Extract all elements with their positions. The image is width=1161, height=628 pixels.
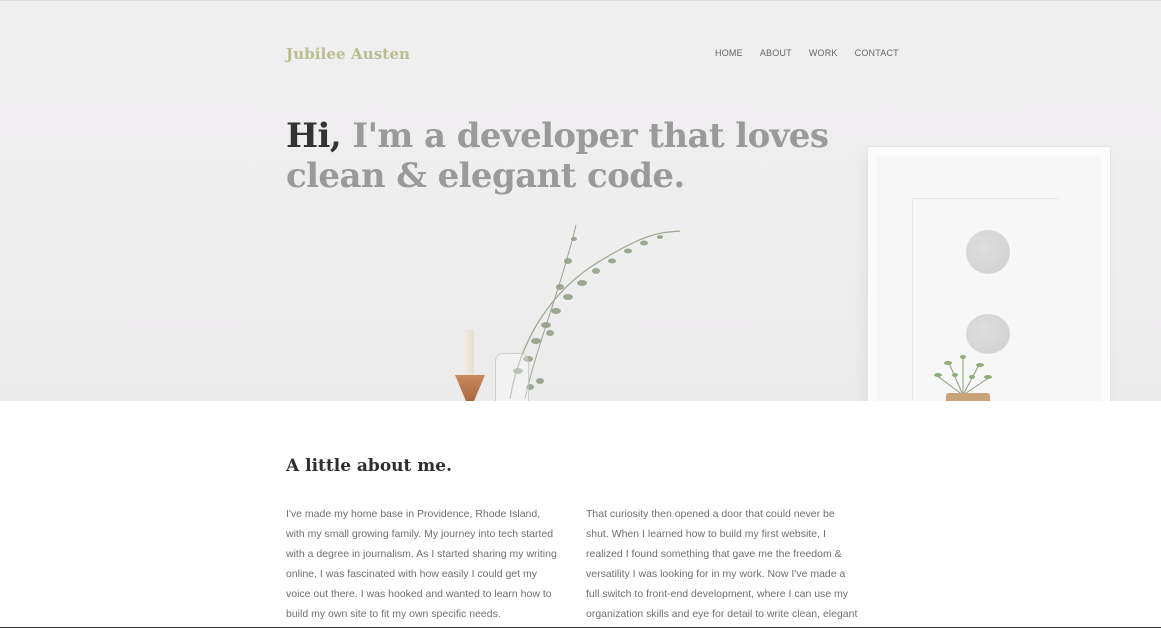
plant-pot-image — [946, 393, 990, 401]
glass-vase-image — [495, 353, 529, 401]
candle-holder-image — [455, 375, 485, 401]
main-nav: HOME ABOUT WORK CONTACT — [715, 48, 899, 58]
art-circle-top — [966, 230, 1010, 274]
nav-contact-link[interactable]: CONTACT — [855, 48, 899, 58]
hero-section: Jubilee Austen HOME ABOUT WORK CONTACT H… — [0, 0, 1161, 401]
about-paragraph-right: That curiosity then opened a door that c… — [586, 508, 858, 620]
hero-greeting: Hi, — [286, 116, 342, 156]
hero-headline-text: I'm a developer that loves clean & elega… — [286, 116, 829, 196]
nav-work-link[interactable]: WORK — [809, 48, 838, 58]
candle-image — [463, 329, 474, 375]
about-section-title: A little about me. — [286, 456, 453, 476]
art-circle-bottom — [966, 314, 1010, 354]
small-plant-image — [934, 355, 992, 396]
nav-about-link[interactable]: ABOUT — [760, 48, 792, 58]
about-paragraph-left: I've made my home base in Providence, Rh… — [286, 508, 557, 620]
nav-home-link[interactable]: HOME — [715, 48, 743, 58]
site-logo[interactable]: Jubilee Austen — [286, 45, 410, 63]
hero-headline: Hi, I'm a developer that loves clean & e… — [286, 116, 846, 196]
